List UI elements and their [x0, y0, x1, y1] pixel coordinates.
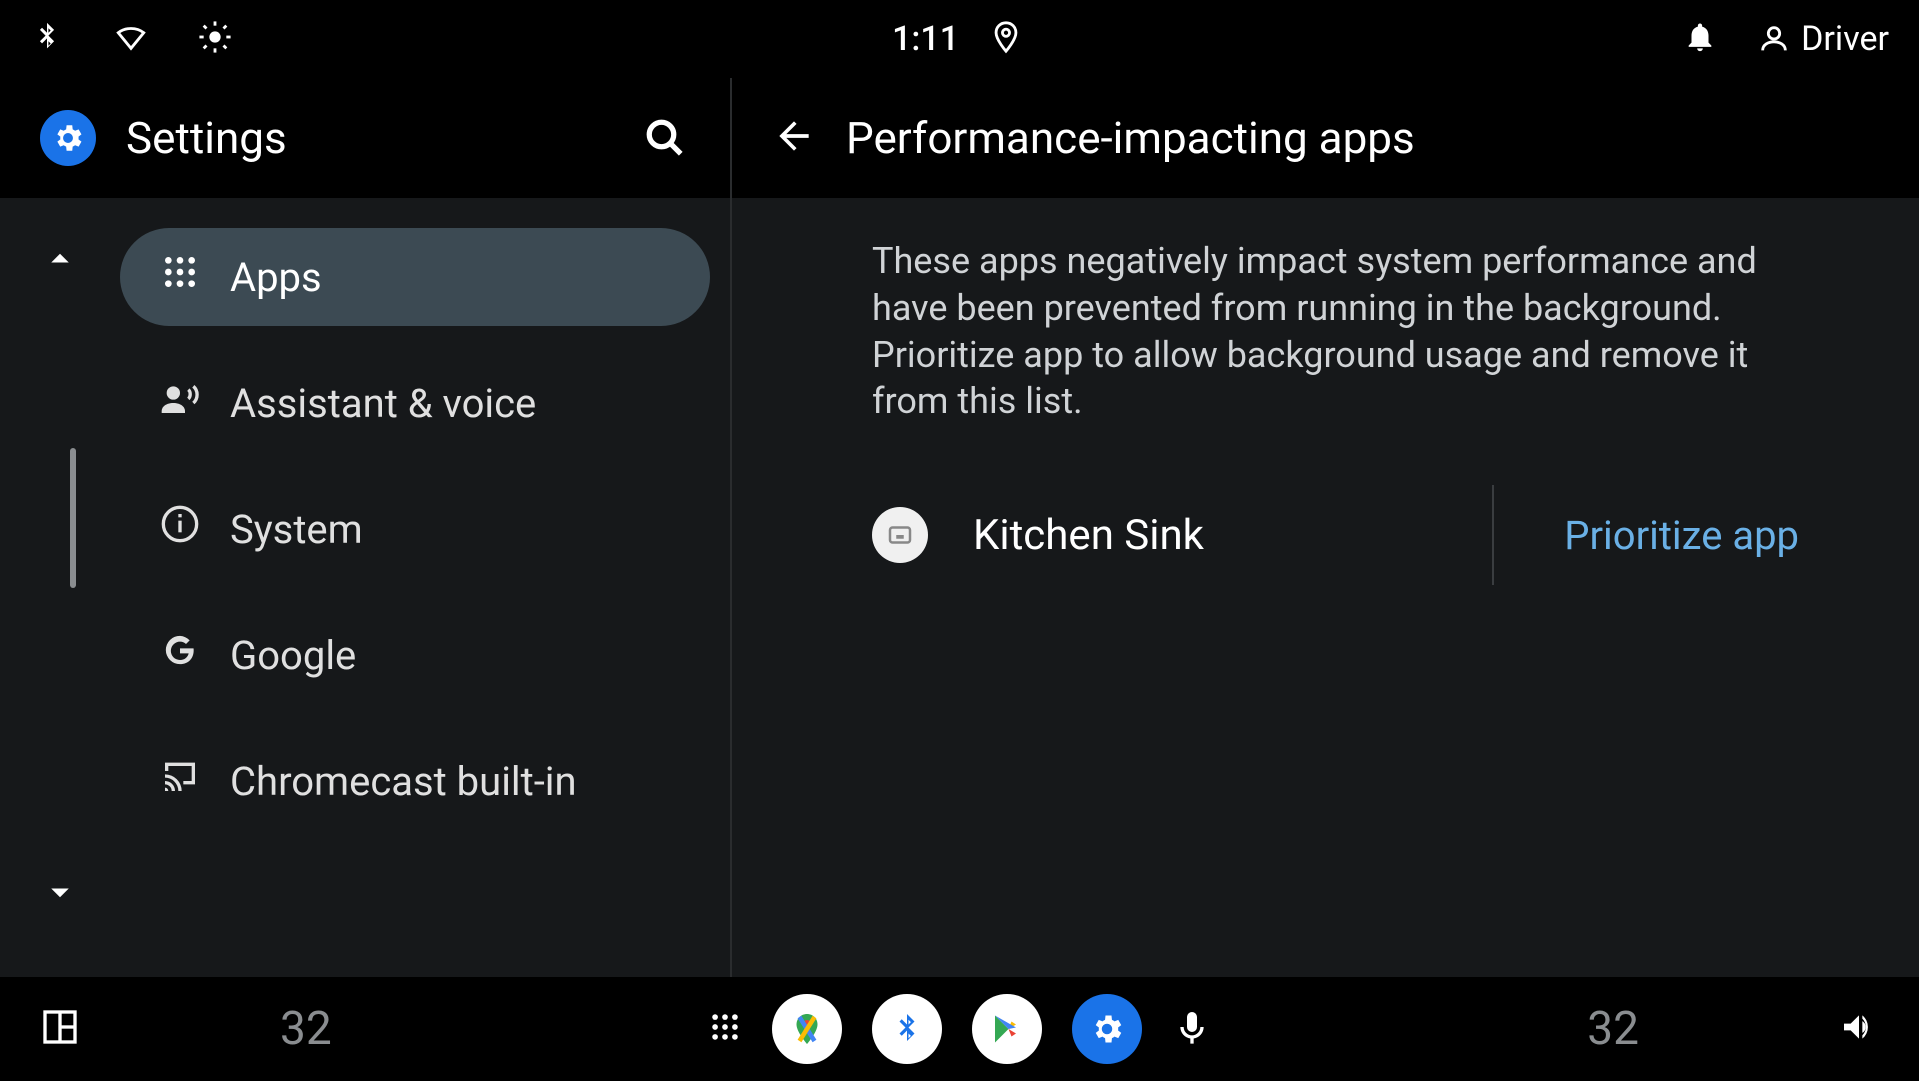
location-icon: [989, 20, 1023, 58]
bluetooth-app-button[interactable]: [872, 994, 942, 1064]
dashboard-icon[interactable]: [40, 1007, 80, 1051]
sidebar-header: Settings: [0, 78, 730, 198]
user-chip[interactable]: Driver: [1757, 19, 1889, 59]
detail-header: Performance-impacting apps: [732, 78, 1919, 198]
back-button[interactable]: [772, 114, 816, 162]
bluetooth-icon: [30, 20, 64, 58]
scroll-up-button[interactable]: [39, 238, 81, 284]
grid-icon: [160, 252, 200, 302]
app-launcher-button[interactable]: [708, 1010, 742, 1048]
maps-app-button[interactable]: [772, 994, 842, 1064]
sidebar-item-label: Apps: [230, 254, 322, 301]
sidebar-item-system[interactable]: System: [120, 480, 710, 578]
bottom-dock: 32 32: [0, 977, 1919, 1081]
detail-title: Performance-impacting apps: [846, 112, 1415, 164]
app-info[interactable]: Kitchen Sink: [872, 507, 1492, 563]
settings-sidebar: Settings: [0, 78, 730, 977]
notifications-icon[interactable]: [1683, 20, 1717, 58]
sidebar-item-google[interactable]: Google: [120, 606, 710, 704]
sidebar-item-label: Google: [230, 632, 356, 679]
settings-app-icon: [40, 110, 96, 166]
app-name: Kitchen Sink: [973, 511, 1204, 560]
sidebar-item-label: System: [230, 506, 363, 553]
detail-description: These apps negatively impact system perf…: [872, 238, 1799, 425]
google-g-icon: [160, 630, 200, 680]
cast-icon: [160, 756, 200, 806]
sidebar-item-apps[interactable]: Apps: [120, 228, 710, 326]
sidebar-title: Settings: [126, 112, 610, 164]
search-button[interactable]: [640, 113, 690, 163]
temp-left[interactable]: 32: [280, 1002, 332, 1056]
detail-pane: Performance-impacting apps These apps ne…: [732, 78, 1919, 977]
sidebar-item-label: Assistant & voice: [230, 380, 536, 427]
user-label: Driver: [1801, 19, 1889, 59]
status-time: 1:11: [892, 19, 959, 59]
sidebar-scrollbar[interactable]: [70, 448, 76, 588]
assistant-voice-icon: [160, 378, 200, 428]
sidebar-nav: Apps Assistant & voice System: [120, 198, 730, 977]
play-store-button[interactable]: [972, 994, 1042, 1064]
prioritize-app-button[interactable]: Prioritize app: [1494, 512, 1799, 559]
app-icon: [872, 507, 928, 563]
volume-icon[interactable]: [1839, 1007, 1879, 1051]
status-bar: 1:11 Driver: [0, 0, 1919, 78]
pane-divider: [730, 78, 732, 977]
temp-right[interactable]: 32: [1587, 1002, 1639, 1056]
info-icon: [160, 504, 200, 554]
sidebar-item-chromecast[interactable]: Chromecast built-in: [120, 732, 710, 830]
brightness-icon: [198, 20, 232, 58]
sidebar-item-label: Chromecast built-in: [230, 758, 577, 805]
app-row: Kitchen Sink Prioritize app: [872, 485, 1799, 585]
wifi-icon: [114, 20, 148, 58]
sidebar-item-assistant-voice[interactable]: Assistant & voice: [120, 354, 710, 452]
voice-assistant-button[interactable]: [1172, 1007, 1212, 1051]
settings-app-button[interactable]: [1072, 994, 1142, 1064]
scroll-down-button[interactable]: [39, 871, 81, 917]
